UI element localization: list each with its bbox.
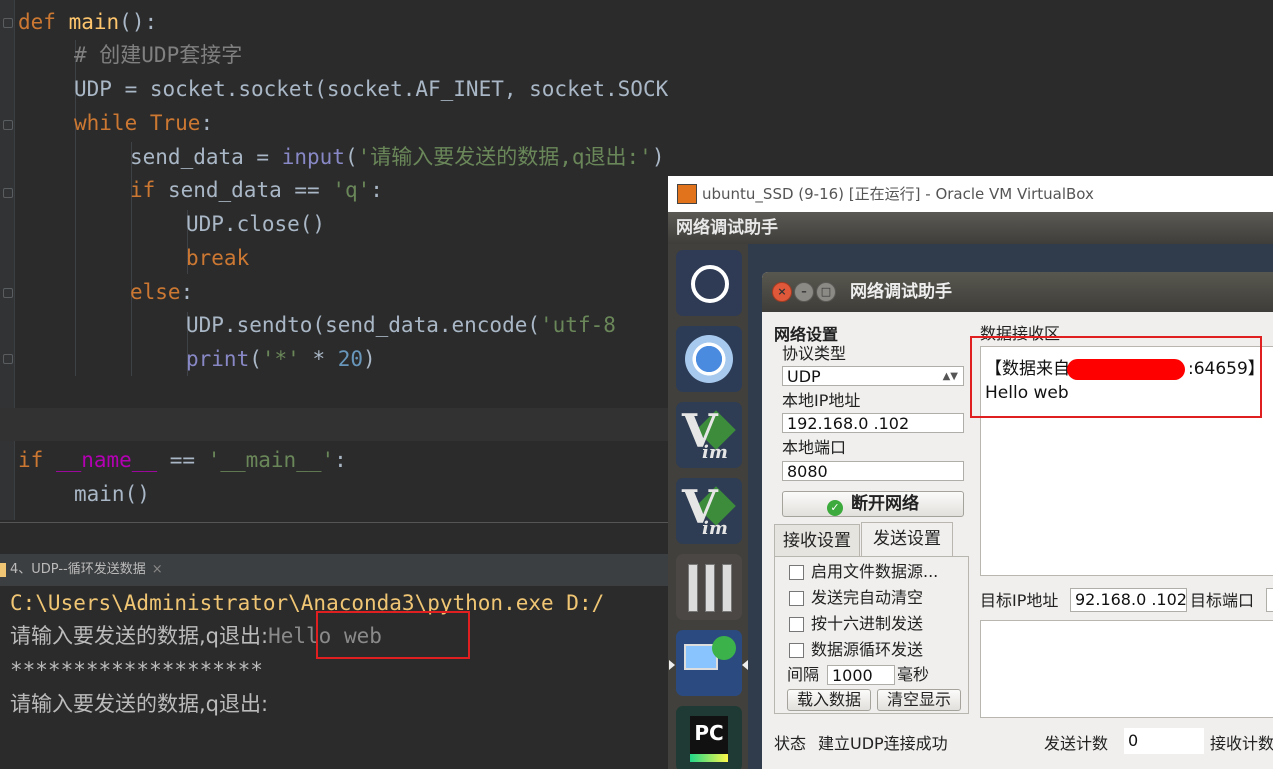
vim-icon[interactable]: Vim xyxy=(676,478,742,544)
disconnect-button[interactable]: ✓ 断开网络 xyxy=(782,491,964,517)
target-ip-label: 目标IP地址 xyxy=(980,591,1059,610)
code-line: def main(): xyxy=(18,10,158,34)
code-line: while True: xyxy=(74,111,214,135)
fold-marker-icon[interactable] xyxy=(3,354,13,364)
disconnect-label: 断开网络 xyxy=(851,494,919,514)
maximize-icon: □ xyxy=(820,285,832,298)
load-data-button[interactable]: 载入数据 xyxy=(787,689,871,711)
local-ip-input[interactable]: 192.168.0 .102 xyxy=(782,413,964,433)
chrome-icon[interactable] xyxy=(676,326,742,392)
code-editor[interactable]: def main(): # 创建UDP套接字 UDP = socket.sock… xyxy=(0,0,668,520)
target-ip-input[interactable]: 92.168.0 .102 xyxy=(1070,588,1187,612)
minimize-button[interactable]: – xyxy=(794,282,814,302)
run-tab-label: 4、UDP--循环发送数据 xyxy=(10,562,146,577)
protocol-label: 协议类型 xyxy=(782,344,847,363)
network-assistant-window[interactable]: × – □ 网络调试助手 网络设置 协议类型 UDP ▲▼ 本地IP地址 192.… xyxy=(762,272,1273,769)
fold-marker-icon[interactable] xyxy=(3,288,13,298)
minimize-icon: – xyxy=(801,285,807,298)
code-line: if __name__ == '__main__': xyxy=(18,448,347,472)
loop-send-checkbox[interactable] xyxy=(789,643,804,658)
auto-clear-checkbox[interactable] xyxy=(789,591,804,606)
mixer-icon[interactable] xyxy=(676,554,742,620)
run-console-panel[interactable]: 4、UDP--循环发送数据 × C:\Users\Administrator\An… xyxy=(0,522,668,769)
interval-input[interactable]: 1000 xyxy=(827,665,895,685)
checkbox-label: 按十六进制发送 xyxy=(811,614,924,633)
checkbox-label: 启用文件数据源... xyxy=(811,562,939,581)
highlight-box xyxy=(316,611,470,659)
send-count-label: 发送计数 xyxy=(1044,734,1109,753)
panel-divider[interactable] xyxy=(0,522,668,523)
pycharm-icon[interactable]: PC xyxy=(676,706,742,769)
highlight-box xyxy=(970,336,1262,418)
check-icon: ✓ xyxy=(827,500,843,516)
protocol-value: UDP xyxy=(787,367,821,386)
virtualbox-window[interactable]: ubuntu_SSD (9-16) [正在运行] - Oracle VM Vir… xyxy=(668,176,1273,769)
status-value: 建立UDP连接成功 xyxy=(818,734,948,753)
local-port-input[interactable]: 8080 xyxy=(782,461,964,481)
tab-send-settings[interactable]: 发送设置 xyxy=(861,522,953,556)
run-tab-bar: 4、UDP--循环发送数据 × xyxy=(0,554,668,587)
protocol-select[interactable]: UDP ▲▼ xyxy=(782,366,964,386)
code-line: else: xyxy=(130,280,194,304)
updown-arrow-icon: ▲▼ xyxy=(942,371,958,382)
code-line: UDP.sendto(send_data.encode('utf-8 xyxy=(186,313,616,337)
code-line: if send_data == 'q': xyxy=(130,178,383,202)
interval-label: 间隔 xyxy=(787,665,820,684)
network-assistant-icon[interactable] xyxy=(676,630,742,696)
status-label: 状态 xyxy=(774,734,807,753)
app-title: 网络调试助手 xyxy=(850,282,952,302)
local-port-label: 本地端口 xyxy=(782,438,847,457)
code-line: UDP = socket.socket(socket.AF_INET, sock… xyxy=(74,77,668,101)
editor-gutter xyxy=(0,0,15,520)
hex-send-checkbox[interactable] xyxy=(789,617,804,632)
ubuntu-top-panel: 网络调试助手 xyxy=(668,212,1273,244)
send-settings-panel: 启用文件数据源... 发送完自动清空 按十六进制发送 数据源循环发送 间隔 10… xyxy=(774,556,969,714)
close-icon[interactable]: × xyxy=(152,562,163,577)
python-file-icon xyxy=(0,562,6,577)
close-button[interactable]: × xyxy=(772,282,792,302)
fold-marker-icon[interactable] xyxy=(3,18,13,28)
console-prompt: 请输入要发送的数据,q退出: xyxy=(10,624,269,648)
enable-file-source-checkbox[interactable] xyxy=(789,565,804,580)
checkbox-label: 数据源循环发送 xyxy=(811,640,924,659)
console-command-line: C:\Users\Administrator\Anaconda3\python.… xyxy=(10,591,605,615)
close-icon: × xyxy=(777,285,787,298)
ubuntu-launcher: Vim Vim PC xyxy=(668,244,748,769)
active-app-title: 网络调试助手 xyxy=(676,218,778,238)
fold-marker-icon[interactable] xyxy=(3,188,13,198)
maximize-button[interactable]: □ xyxy=(816,282,836,302)
active-indicator-icon xyxy=(669,660,675,670)
vbox-titlebar[interactable]: ubuntu_SSD (9-16) [正在运行] - Oracle VM Vir… xyxy=(668,176,1273,212)
code-line: main() xyxy=(74,482,150,506)
vbox-title: ubuntu_SSD (9-16) [正在运行] - Oracle VM Vir… xyxy=(702,185,1094,203)
vim-icon[interactable]: Vim xyxy=(676,402,742,468)
code-line: break xyxy=(186,246,250,270)
clear-display-button[interactable]: 清空显示 xyxy=(877,689,961,711)
console-stars: ******************** xyxy=(10,658,263,682)
virtualbox-icon xyxy=(677,184,697,204)
app-titlebar[interactable]: × – □ 网络调试助手 xyxy=(762,272,1273,312)
target-port-input[interactable] xyxy=(1266,588,1273,612)
interval-unit: 毫秒 xyxy=(897,665,930,684)
run-tab[interactable]: 4、UDP--循环发送数据 × xyxy=(0,554,171,586)
code-line: # 创建UDP套接字 xyxy=(74,43,243,67)
local-ip-label: 本地IP地址 xyxy=(782,391,861,410)
code-line: UDP.close() xyxy=(186,212,326,236)
checkbox-label: 发送完自动清空 xyxy=(811,588,924,607)
recv-count-label: 接收计数 xyxy=(1210,734,1273,753)
current-line-highlight xyxy=(0,408,668,441)
network-settings-heading: 网络设置 xyxy=(774,325,839,344)
send-area[interactable] xyxy=(980,620,1273,718)
console-prompt[interactable]: 请输入要发送的数据,q退出: xyxy=(10,687,268,721)
ubuntu-dash-icon[interactable] xyxy=(676,250,742,316)
target-port-label: 目标端口 xyxy=(1190,591,1255,610)
code-line: send_data = input('请输入要发送的数据,q退出:') xyxy=(130,145,665,169)
tab-receive-settings[interactable]: 接收设置 xyxy=(774,524,860,556)
code-line: print('*' * 20) xyxy=(186,347,376,371)
fold-marker-icon[interactable] xyxy=(3,120,13,130)
send-count-value: 0 xyxy=(1124,728,1204,754)
